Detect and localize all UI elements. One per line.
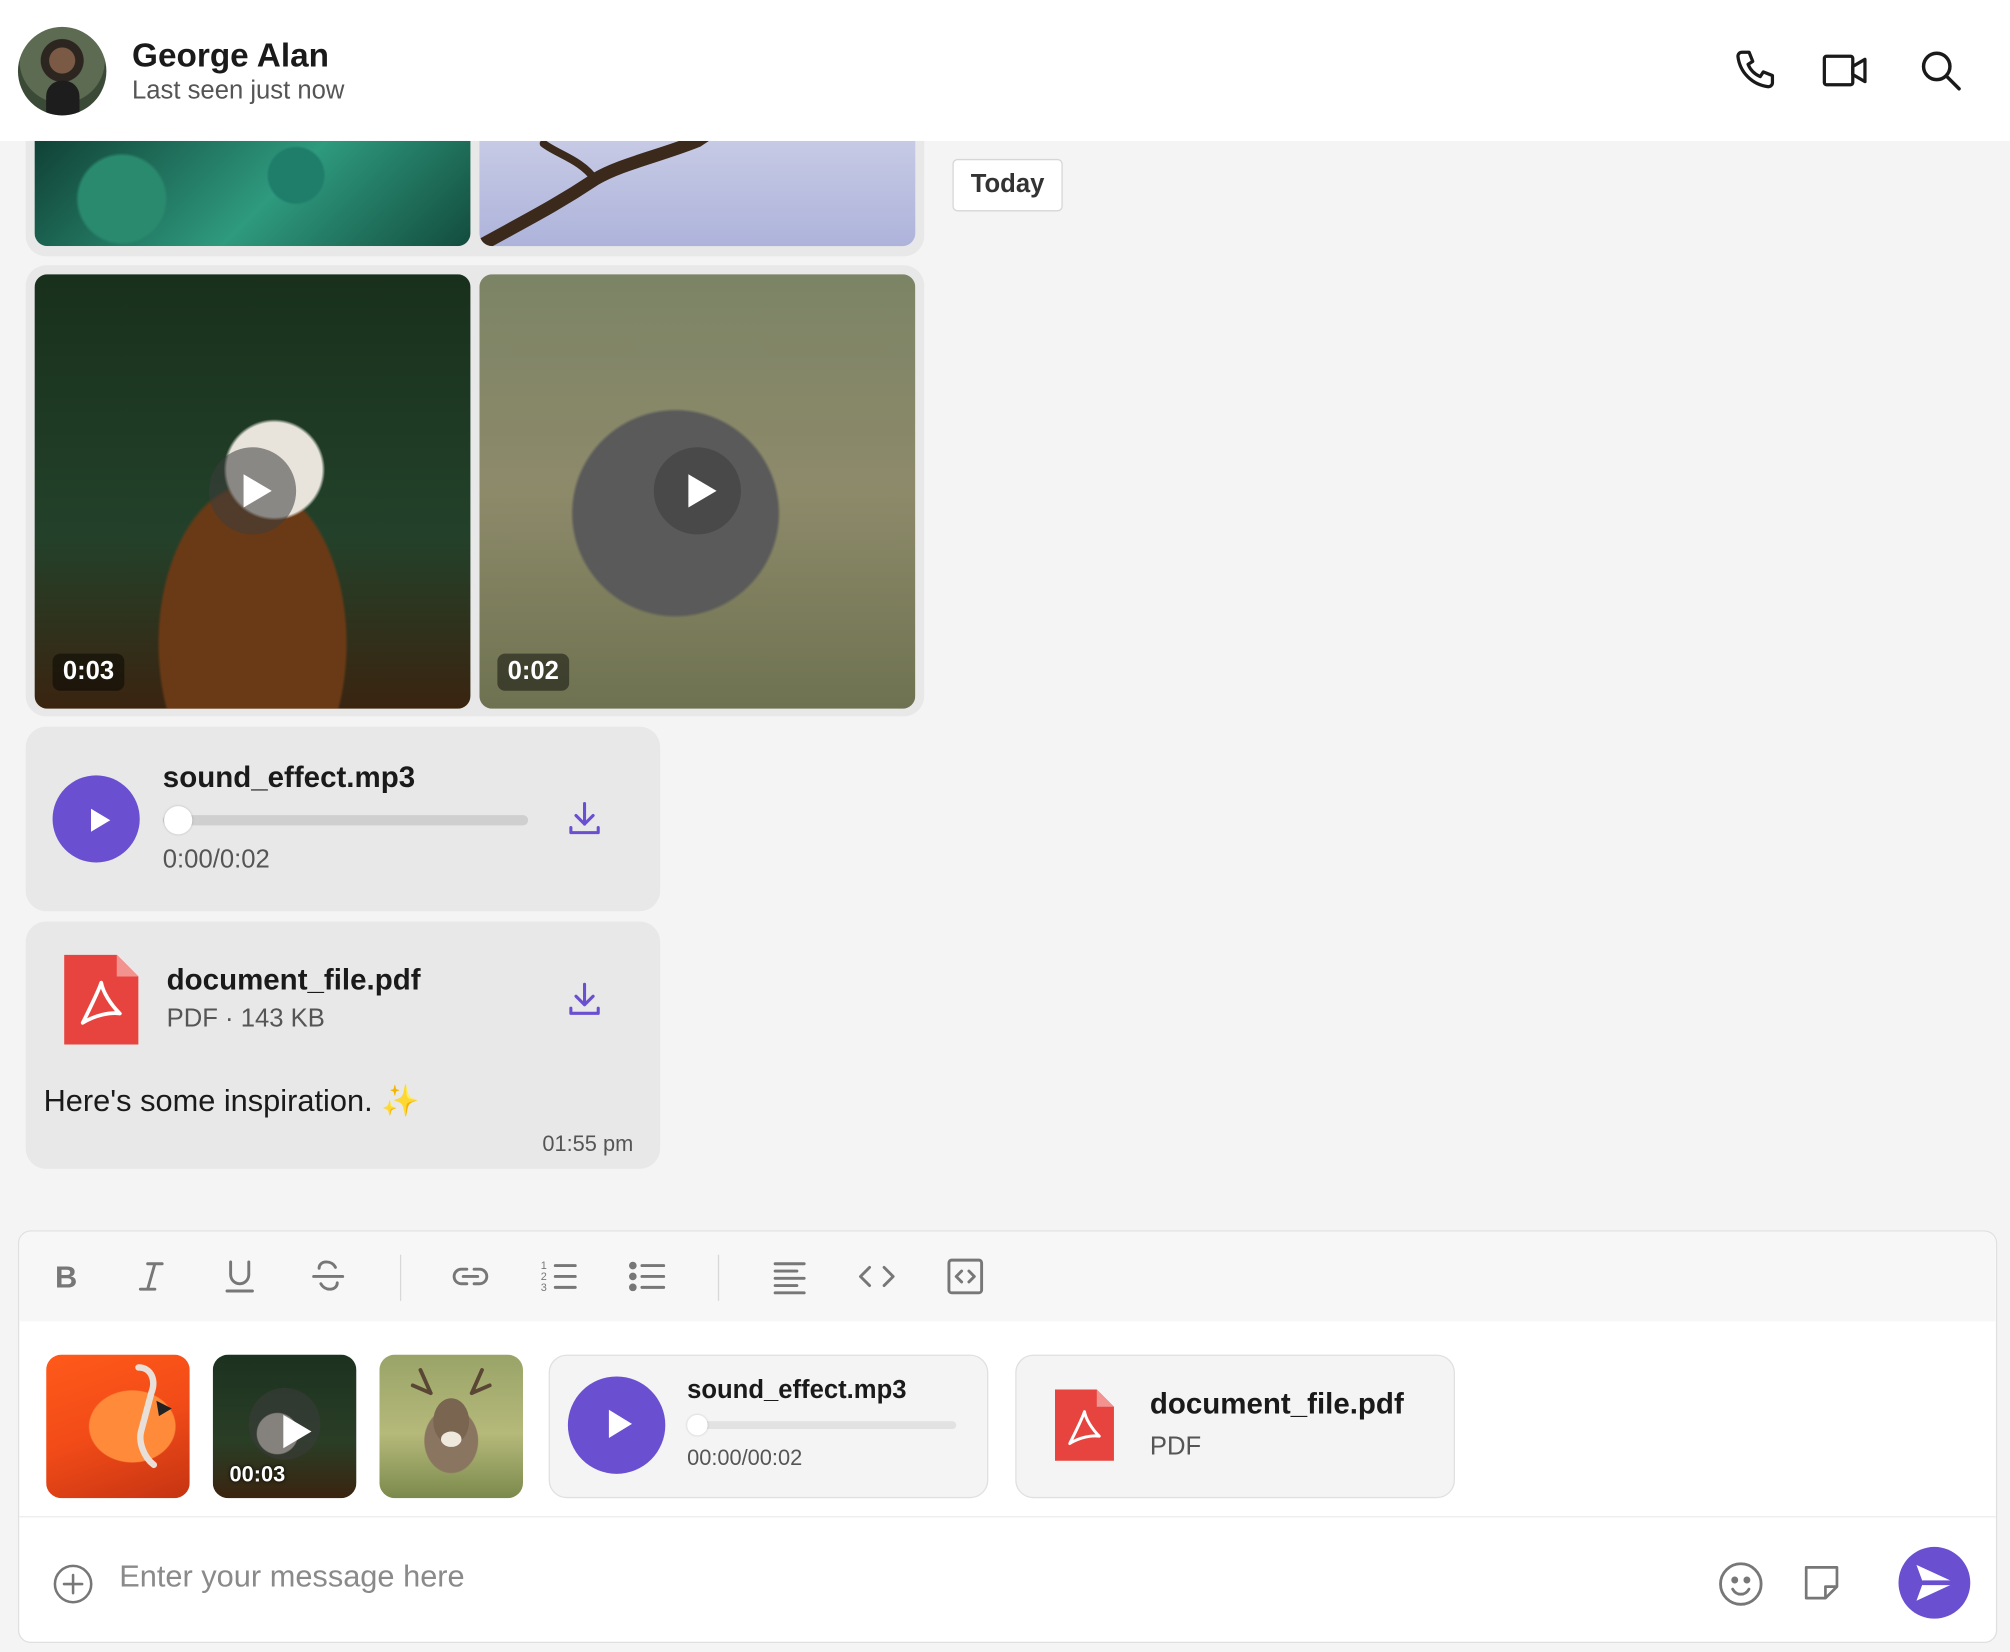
bold-icon[interactable]: B bbox=[42, 1255, 86, 1299]
document-type: PDF bbox=[1149, 1432, 1202, 1462]
contact-status: Last seen just now bbox=[132, 76, 345, 106]
contact-name[interactable]: George Alan bbox=[132, 36, 329, 76]
download-icon[interactable] bbox=[564, 979, 605, 1020]
add-attachment-icon[interactable] bbox=[51, 1562, 95, 1606]
message-composer: B 123 00:03 sound_effect.mp3 00:00/00:02… bbox=[17, 1230, 1998, 1644]
audio-message: sound_effect.mp3 0:00/0:02 bbox=[25, 726, 661, 912]
pdf-file-icon bbox=[64, 954, 139, 1045]
pdf-file-icon bbox=[1055, 1389, 1114, 1461]
peacock-image[interactable] bbox=[34, 128, 471, 247]
date-separator: Today bbox=[952, 158, 1063, 212]
document-filename: document_file.pdf bbox=[1149, 1386, 1404, 1421]
video-camera-icon[interactable] bbox=[1820, 46, 1869, 95]
emoji-icon[interactable] bbox=[1716, 1560, 1765, 1609]
play-icon[interactable] bbox=[248, 1387, 321, 1460]
audio-play-button[interactable] bbox=[52, 775, 140, 863]
formatting-toolbar: B 123 bbox=[19, 1231, 1996, 1322]
branch-image[interactable] bbox=[479, 128, 916, 247]
play-icon[interactable] bbox=[653, 447, 741, 535]
video-duration: 00:03 bbox=[229, 1462, 286, 1487]
attachment-audio: sound_effect.mp3 00:00/00:02 bbox=[548, 1354, 989, 1499]
play-icon[interactable] bbox=[208, 447, 297, 535]
audio-progress-knob[interactable] bbox=[164, 806, 193, 835]
link-icon[interactable] bbox=[449, 1255, 493, 1299]
attachment-horse-video[interactable]: 00:03 bbox=[212, 1354, 357, 1499]
svg-text:3: 3 bbox=[541, 1282, 547, 1294]
code-icon[interactable] bbox=[855, 1255, 899, 1299]
audio-filename: sound_effect.mp3 bbox=[687, 1376, 907, 1405]
align-icon[interactable] bbox=[768, 1255, 812, 1299]
video-duration: 0:02 bbox=[497, 653, 570, 691]
audio-play-button[interactable] bbox=[567, 1376, 666, 1474]
download-icon[interactable] bbox=[564, 798, 605, 839]
video-duration: 0:03 bbox=[52, 653, 125, 691]
audio-time: 00:00/00:02 bbox=[687, 1445, 803, 1470]
audio-filename: sound_effect.mp3 bbox=[162, 759, 416, 794]
message-timestamp: 01:55 pm bbox=[542, 1131, 634, 1157]
document-message: document_file.pdf PDF · 143 KB Here's so… bbox=[25, 921, 661, 1169]
strikethrough-icon[interactable] bbox=[306, 1255, 350, 1299]
sticker-icon[interactable] bbox=[1799, 1560, 1845, 1606]
document-meta: PDF · 143 KB bbox=[166, 1004, 325, 1033]
chat-screen: George Alan Last seen just now Today 0:0… bbox=[0, 0, 2010, 1652]
phone-icon[interactable] bbox=[1732, 46, 1781, 95]
video-thumbnail-rhino[interactable]: 0:02 bbox=[479, 274, 916, 709]
ordered-list-icon[interactable]: 123 bbox=[537, 1255, 581, 1299]
attachment-document: document_file.pdf PDF bbox=[1015, 1354, 1455, 1499]
video-message: 0:03 0:02 bbox=[25, 265, 925, 717]
message-text: Here's some inspiration. ✨ bbox=[43, 1084, 420, 1119]
italic-icon[interactable] bbox=[129, 1255, 173, 1299]
chat-header: George Alan Last seen just now bbox=[0, 0, 2010, 141]
audio-progress-knob[interactable] bbox=[687, 1414, 708, 1436]
document-filename[interactable]: document_file.pdf bbox=[167, 962, 421, 997]
svg-text:B: B bbox=[55, 1259, 77, 1294]
attachment-flamingo-image[interactable] bbox=[46, 1354, 190, 1499]
message-input[interactable]: Enter your message here bbox=[119, 1560, 464, 1596]
audio-progress-track[interactable] bbox=[162, 815, 529, 826]
underline-icon[interactable] bbox=[218, 1255, 262, 1299]
send-button[interactable] bbox=[1898, 1546, 1971, 1619]
toolbar-divider bbox=[717, 1254, 720, 1301]
message-input-row: Enter your message here bbox=[19, 1516, 1996, 1642]
search-icon[interactable] bbox=[1916, 46, 1965, 95]
code-block-icon[interactable] bbox=[943, 1255, 987, 1299]
avatar[interactable] bbox=[17, 26, 107, 116]
audio-progress-track[interactable] bbox=[687, 1421, 957, 1429]
video-thumbnail-horse[interactable]: 0:03 bbox=[34, 274, 471, 709]
audio-time: 0:00/0:02 bbox=[162, 845, 270, 875]
attachment-deer-image[interactable] bbox=[379, 1354, 524, 1499]
send-icon bbox=[1916, 1564, 1958, 1601]
toolbar-divider bbox=[399, 1254, 402, 1301]
bullet-list-icon[interactable] bbox=[626, 1255, 670, 1299]
